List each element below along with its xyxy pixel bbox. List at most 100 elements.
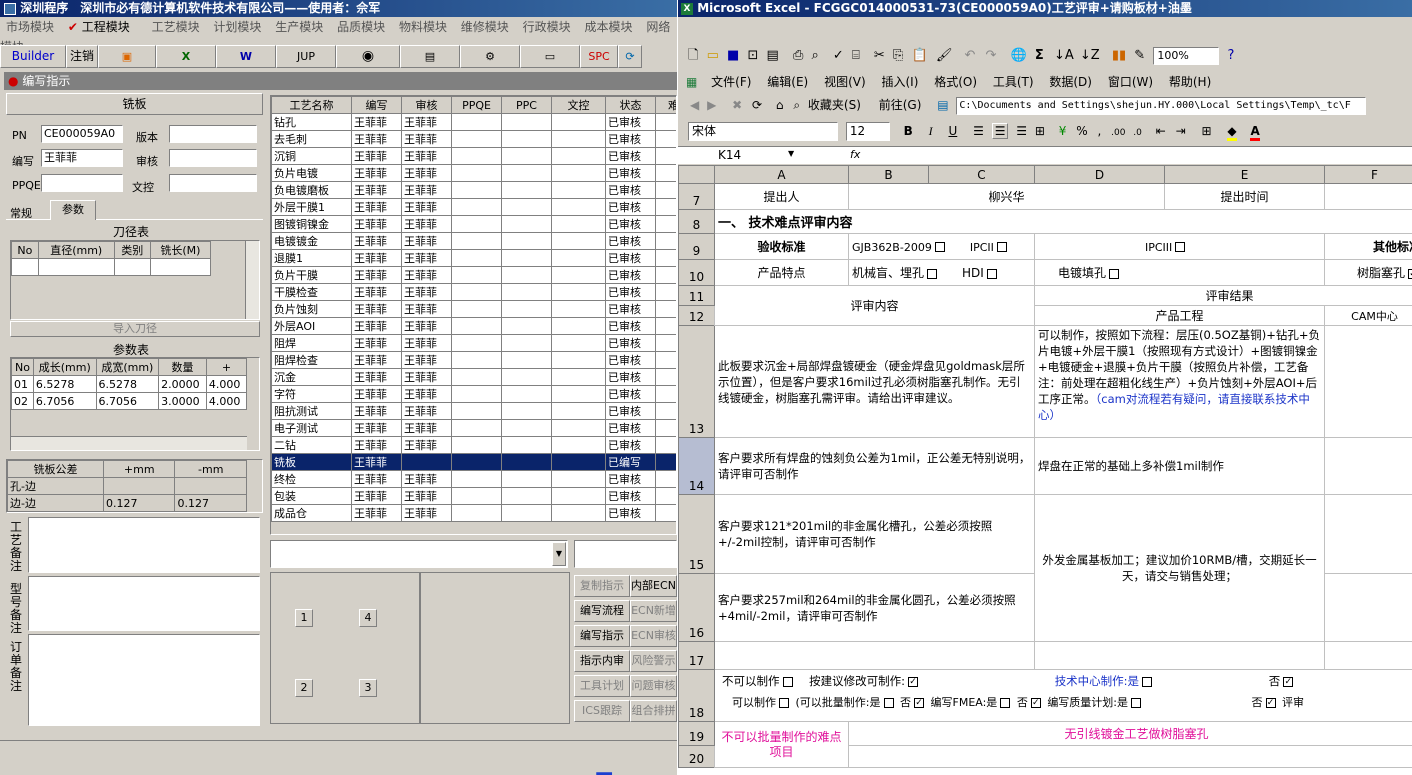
param-cell[interactable]: 6.7056 bbox=[95, 392, 160, 410]
process-cell[interactable] bbox=[551, 164, 606, 182]
action-button[interactable]: ECN新增 bbox=[630, 600, 677, 622]
param-cell[interactable]: 6.5278 bbox=[32, 375, 97, 393]
process-cell[interactable]: 已审核 bbox=[605, 334, 656, 352]
table-row[interactable]: 边-边 0.127 0.127 bbox=[7, 494, 247, 512]
process-cell[interactable] bbox=[501, 504, 552, 522]
row-header[interactable]: 20 bbox=[678, 745, 715, 768]
process-cell[interactable] bbox=[451, 130, 502, 148]
process-cell[interactable]: 钻孔 bbox=[271, 113, 352, 131]
align-center-icon[interactable]: ☰ bbox=[991, 123, 1009, 139]
process-cell[interactable]: 王菲菲 bbox=[401, 436, 452, 454]
tool-cell[interactable] bbox=[37, 258, 115, 276]
goto-menu[interactable]: 前往(G) bbox=[879, 98, 922, 112]
process-cell[interactable]: 电镀镀金 bbox=[271, 232, 352, 250]
process-cell[interactable] bbox=[451, 283, 502, 301]
process-cell[interactable] bbox=[551, 198, 606, 216]
process-cell[interactable] bbox=[501, 113, 552, 131]
tol-cell[interactable]: 孔-边 bbox=[7, 477, 104, 495]
col-minus-mm[interactable]: -mm bbox=[174, 460, 247, 478]
redo-icon[interactable]: ↷ bbox=[986, 48, 997, 63]
action-button[interactable]: 问题审核 bbox=[630, 675, 677, 697]
cell-d12[interactable]: 产品工程 bbox=[1034, 305, 1325, 326]
refresh-icon[interactable]: ⟳ bbox=[752, 98, 762, 112]
process-cell[interactable]: 已审核 bbox=[605, 181, 656, 199]
process-cell[interactable]: 王菲菲 bbox=[351, 215, 402, 233]
decrease-decimal-icon[interactable]: .0 bbox=[1133, 128, 1142, 138]
doc-field[interactable] bbox=[169, 174, 257, 192]
ipc2-checkbox[interactable] bbox=[996, 242, 1007, 252]
process-cell[interactable]: 王菲菲 bbox=[351, 351, 402, 369]
process-cell[interactable]: 铣板 bbox=[271, 453, 352, 471]
process-cell[interactable] bbox=[451, 436, 502, 454]
process-cell[interactable]: 王菲菲 bbox=[401, 402, 452, 420]
tool-scrollbar[interactable] bbox=[245, 241, 259, 319]
action-button[interactable]: 风险警示 bbox=[630, 650, 677, 672]
process-cell[interactable] bbox=[551, 351, 606, 369]
process-cell[interactable] bbox=[451, 147, 502, 165]
save-icon[interactable]: ■ bbox=[727, 48, 739, 63]
underline-button[interactable]: U bbox=[948, 124, 957, 138]
undo-icon[interactable]: ↶ bbox=[965, 48, 976, 63]
process-cell[interactable] bbox=[655, 232, 676, 250]
cell-b19[interactable]: 无引线镀金工艺做树脂塞孔 bbox=[848, 721, 1412, 746]
tol-cell[interactable]: 边-边 bbox=[7, 494, 104, 512]
process-cell[interactable]: 已审核 bbox=[605, 351, 656, 369]
process-cell[interactable] bbox=[501, 385, 552, 403]
ppqe-field[interactable] bbox=[41, 174, 123, 192]
cell-a17[interactable] bbox=[714, 641, 1035, 670]
col-plus[interactable]: + bbox=[205, 358, 248, 376]
menu-format[interactable]: 格式(O) bbox=[934, 75, 977, 89]
process-cell[interactable] bbox=[655, 436, 676, 454]
process-cell[interactable] bbox=[501, 232, 552, 250]
search-icon[interactable]: ⌕ bbox=[793, 98, 800, 112]
process-cell[interactable]: 已审核 bbox=[605, 385, 656, 403]
fill-hole-checkbox[interactable] bbox=[1109, 268, 1120, 279]
process-cell[interactable] bbox=[655, 181, 676, 199]
process-cell[interactable] bbox=[451, 351, 502, 369]
process-cell[interactable] bbox=[451, 113, 502, 131]
menu-quality[interactable]: 品质模块 bbox=[337, 20, 385, 34]
review-field[interactable] bbox=[169, 149, 257, 167]
builder-button[interactable]: Builder bbox=[0, 45, 66, 68]
process-cell[interactable]: 已审核 bbox=[605, 130, 656, 148]
table-row[interactable]: 钻孔 王菲菲 王菲菲 已审核 bbox=[271, 113, 676, 131]
col-no[interactable]: No bbox=[11, 358, 34, 376]
fill-color-icon[interactable]: ◆ bbox=[1227, 124, 1237, 141]
process-cell[interactable] bbox=[655, 351, 676, 369]
process-cell[interactable]: 二钻 bbox=[271, 436, 352, 454]
param-hscroll[interactable] bbox=[11, 436, 247, 450]
process-cell[interactable]: 沉铜 bbox=[271, 147, 352, 165]
process-cell[interactable] bbox=[451, 215, 502, 233]
process-cell[interactable] bbox=[551, 317, 606, 335]
font-color-icon[interactable]: A bbox=[1250, 124, 1260, 141]
menu-window[interactable]: 窗口(W) bbox=[1108, 75, 1153, 89]
tool-cell[interactable] bbox=[113, 258, 151, 276]
cell-d10[interactable]: 电镀填孔 bbox=[1034, 259, 1325, 286]
process-cell[interactable] bbox=[551, 453, 606, 471]
cell-d9[interactable]: IPCIII bbox=[1034, 233, 1325, 260]
process-cell[interactable] bbox=[501, 402, 552, 420]
process-cell[interactable]: 阻抗测试 bbox=[271, 402, 352, 420]
hyperlink-icon[interactable]: 🌐 bbox=[1011, 48, 1027, 63]
param-cell[interactable]: 02 bbox=[11, 392, 34, 410]
col-type[interactable]: 类别 bbox=[113, 241, 151, 259]
process-cell[interactable] bbox=[655, 249, 676, 267]
process-cell[interactable] bbox=[451, 402, 502, 420]
sort-asc-icon[interactable]: ↓A bbox=[1054, 48, 1074, 63]
col-length[interactable]: 铣长(M) bbox=[149, 241, 212, 259]
cell-a10[interactable]: 产品特点 bbox=[714, 259, 849, 286]
process-cell[interactable]: 王菲菲 bbox=[351, 283, 402, 301]
version-field[interactable] bbox=[169, 125, 257, 143]
process-cell[interactable] bbox=[551, 130, 606, 148]
favorites-menu[interactable]: 收藏夹(S) bbox=[808, 98, 861, 112]
tech-yes-checkbox[interactable] bbox=[1142, 676, 1153, 687]
copy-icon[interactable]: ⎘ bbox=[893, 48, 903, 63]
process-cell[interactable]: 王菲菲 bbox=[401, 470, 452, 488]
process-cell[interactable] bbox=[551, 232, 606, 250]
action-button[interactable]: 编写指示 bbox=[574, 625, 630, 647]
process-cell[interactable] bbox=[551, 504, 606, 522]
process-cell[interactable] bbox=[551, 215, 606, 233]
col-header-c[interactable]: C bbox=[928, 165, 1035, 184]
menu-engineering[interactable]: 工程模块 bbox=[82, 20, 130, 34]
corner-cell[interactable] bbox=[678, 165, 715, 184]
